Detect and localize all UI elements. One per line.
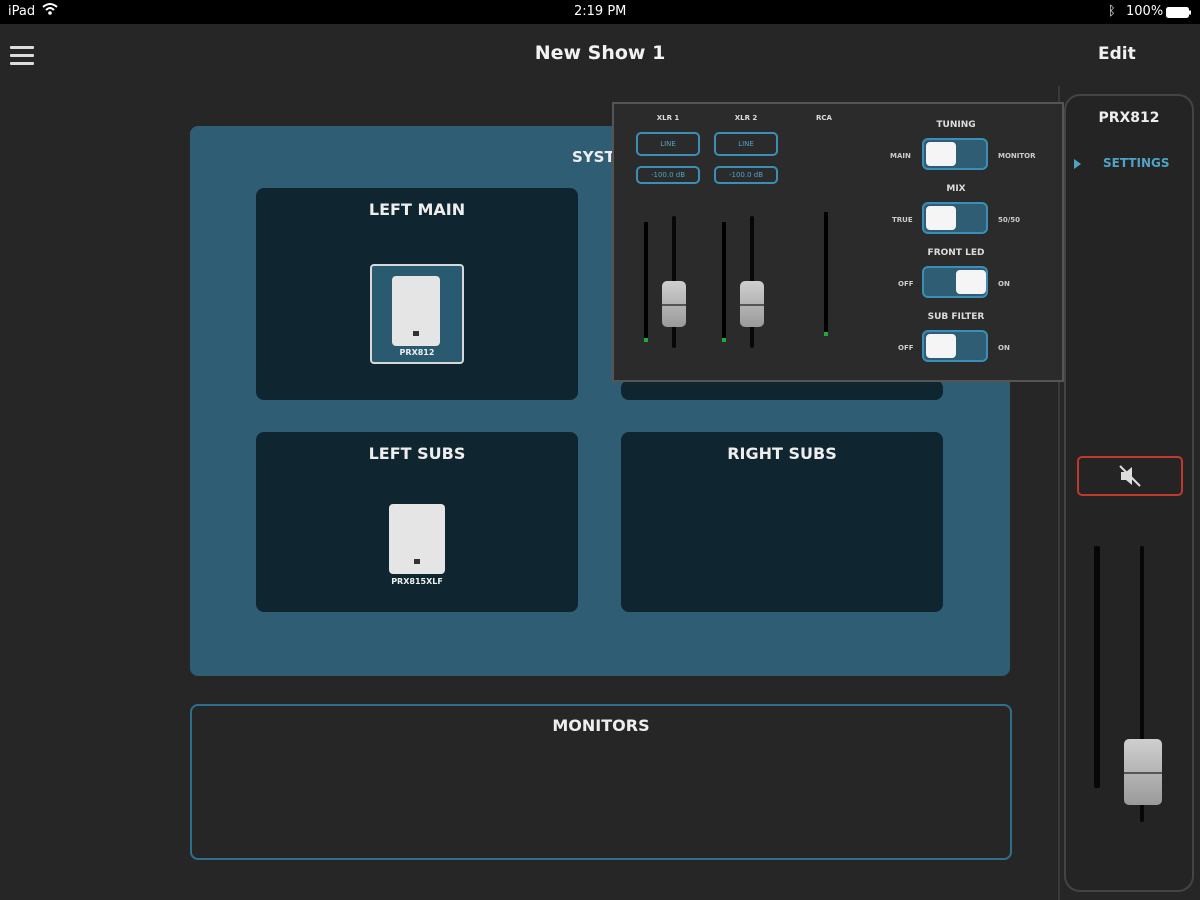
toggle-left-label: OFF xyxy=(898,344,914,352)
zone-left-subs[interactable]: LEFT SUBS PRX815XLF xyxy=(256,432,578,612)
toggle-knob xyxy=(926,142,956,166)
toggle-title: MIX xyxy=(946,184,966,194)
zone-title: LEFT SUBS xyxy=(368,444,466,463)
speaker-card-prx812[interactable]: PRX812 xyxy=(370,264,464,364)
wifi-icon xyxy=(42,2,58,20)
zone-left-main[interactable]: LEFT MAIN PRX812 xyxy=(256,188,578,400)
speaker-settings-popup: XLR 1 LINE -100.0 dB XLR 2 LINE -100.0 d… xyxy=(612,102,1064,382)
level-meter xyxy=(644,222,648,342)
toggle-knob xyxy=(926,334,956,358)
sub-filter-toggle[interactable] xyxy=(922,330,988,362)
speaker-icon[interactable] xyxy=(389,504,445,574)
speaker-muted-icon xyxy=(1119,465,1141,487)
mute-button[interactable] xyxy=(1077,456,1183,496)
front-led-toggle[interactable] xyxy=(922,266,988,298)
toggle-title: FRONT LED xyxy=(927,248,985,258)
zone-right-main[interactable] xyxy=(621,380,943,400)
toggle-title: TUNING xyxy=(936,120,976,130)
channel-label: XLR 2 xyxy=(734,114,758,122)
tuning-toggle[interactable] xyxy=(922,138,988,170)
sidebar-title: PRX812 xyxy=(1098,110,1160,126)
level-meter xyxy=(722,222,726,342)
gain-readout[interactable]: -100.0 dB xyxy=(636,166,700,184)
input-mode-button[interactable]: LINE xyxy=(636,132,700,156)
status-bar: iPad 2:19 PM ᛒ 100% xyxy=(0,0,1200,24)
speaker-sidebar: PRX812 SETTINGS xyxy=(1064,94,1194,892)
speaker-model-label: PRX815XLF xyxy=(391,577,443,586)
level-meter xyxy=(1094,546,1100,788)
input-mode-button[interactable]: LINE xyxy=(714,132,778,156)
settings-label: SETTINGS xyxy=(1103,156,1170,170)
bluetooth-icon: ᛒ xyxy=(1108,4,1116,19)
monitors-title: MONITORS xyxy=(552,716,650,735)
battery-percent: 100% xyxy=(1126,4,1164,19)
zone-right-subs[interactable]: RIGHT SUBS xyxy=(621,432,943,612)
toggle-left-label: TRUE xyxy=(892,216,913,224)
speaker-model-label: PRX812 xyxy=(399,348,435,357)
toggle-right-label: ON xyxy=(998,344,1010,352)
speaker-icon xyxy=(392,276,440,346)
settings-menu-item[interactable]: SETTINGS xyxy=(1074,156,1170,170)
toggle-left-label: OFF xyxy=(898,280,914,288)
channel-fader-thumb[interactable] xyxy=(740,280,764,327)
gain-readout[interactable]: -100.0 dB xyxy=(714,166,778,184)
toggle-left-label: MAIN xyxy=(890,152,911,160)
battery-icon xyxy=(1166,7,1192,22)
mix-toggle[interactable] xyxy=(922,202,988,234)
zone-title: LEFT MAIN xyxy=(368,200,466,219)
toggle-knob xyxy=(926,206,956,230)
channel-label: RCA xyxy=(816,114,832,122)
channel-fader-thumb[interactable] xyxy=(662,280,686,327)
level-meter xyxy=(824,212,828,336)
zone-title: RIGHT SUBS xyxy=(727,444,837,463)
channel-label: XLR 1 xyxy=(656,114,680,122)
toggle-title: SUB FILTER xyxy=(927,312,985,322)
page-title: New Show 1 xyxy=(534,42,666,64)
clock: 2:19 PM xyxy=(574,4,627,19)
carrier-label: iPad xyxy=(8,4,36,19)
toggle-right-label: ON xyxy=(998,280,1010,288)
monitors-panel[interactable]: MONITORS xyxy=(190,704,1012,860)
toggle-knob xyxy=(956,270,986,294)
toggle-right-label: 50/50 xyxy=(998,216,1021,224)
master-fader-thumb[interactable] xyxy=(1124,739,1162,806)
chevron-right-icon xyxy=(1074,158,1081,169)
edit-button[interactable]: Edit xyxy=(1098,44,1136,64)
toggle-right-label: MONITOR xyxy=(998,152,1036,160)
